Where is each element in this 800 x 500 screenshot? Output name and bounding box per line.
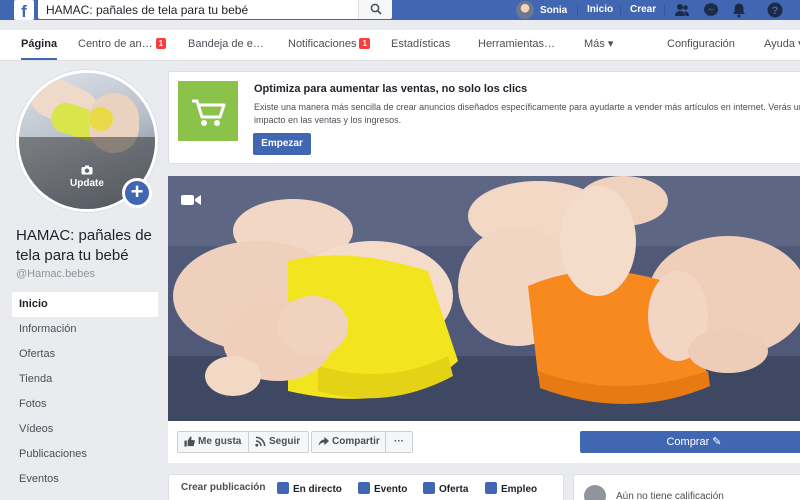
messenger-icon[interactable] (703, 2, 719, 18)
top-navigation-bar: f HAMAC: pañales de tela para tu bebé So… (0, 0, 800, 20)
tab-inbox[interactable]: Bandeja de e… (188, 30, 264, 60)
sidebar-item-posts[interactable]: Publicaciones (12, 442, 158, 467)
tab-label: Notificaciones (288, 38, 357, 50)
follow-button[interactable]: Seguir (248, 431, 310, 453)
tab-label: Centro de an… (78, 38, 153, 50)
event-label: Evento (374, 484, 408, 495)
tab-page[interactable]: Página (21, 30, 58, 60)
sidebar-item-events[interactable]: Eventos (12, 467, 158, 492)
search-input[interactable]: HAMAC: pañales de tela para tu bebé (38, 0, 360, 19)
page-title: HAMAC: pañales de tela para tu bebé (16, 227, 152, 264)
tab-label: Herramientas… (478, 38, 556, 50)
start-button[interactable]: Empezar (253, 133, 311, 155)
sidebar-item-offers[interactable]: Ofertas (12, 342, 158, 367)
cover-photo[interactable] (168, 176, 800, 421)
rating-star-icon (584, 485, 606, 500)
more-options-button[interactable]: ··· (385, 431, 413, 453)
camera-icon (81, 165, 93, 175)
create-post-label[interactable]: Crear publicación (181, 482, 265, 493)
sidebar-item-info[interactable]: Información (12, 317, 158, 342)
follow-label: Seguir (269, 436, 301, 447)
job-label: Empleo (501, 484, 538, 495)
shopping-cart-icon (192, 99, 226, 126)
job-button[interactable]: Empleo (485, 482, 537, 495)
percent-icon (423, 482, 435, 494)
sidebar: Inicio Información Ofertas Tienda Fotos … (12, 292, 158, 492)
event-button[interactable]: Evento (358, 482, 407, 495)
share-arrow-icon (318, 436, 329, 447)
sidebar-item-photos[interactable]: Fotos (12, 392, 158, 417)
offer-label: Oferta (439, 484, 469, 495)
cursor-highlight (89, 107, 113, 131)
briefcase-icon (485, 482, 497, 494)
tab-settings[interactable]: Configuración (667, 30, 735, 60)
help-icon[interactable]: ? (767, 2, 783, 18)
cover-illustration (168, 176, 800, 421)
tab-label: Configuración (667, 38, 735, 50)
friends-icon[interactable] (674, 2, 690, 18)
like-label: Me gusta (198, 436, 242, 447)
profile-link[interactable]: Sonia (516, 0, 567, 20)
thumbs-up-icon (184, 436, 195, 447)
bell-icon[interactable] (731, 2, 747, 18)
tab-label: Bandeja de e… (188, 38, 264, 50)
tab-notifications[interactable]: Notificaciones 1 (288, 30, 370, 60)
notification-badge: 1 (155, 38, 167, 49)
update-label: Update (70, 178, 104, 189)
promo-card: Optimiza para aumentar las ventas, no so… (168, 71, 800, 164)
search-icon (370, 3, 382, 15)
like-button[interactable]: Me gusta (177, 431, 251, 453)
divider (620, 4, 621, 16)
tab-label: Página (21, 38, 58, 50)
divider (577, 4, 578, 16)
user-name: Sonia (540, 4, 568, 16)
create-link[interactable]: Crear (630, 0, 656, 20)
sidebar-item-videos[interactable]: Vídeos (12, 417, 158, 442)
tab-label: Estadísticas (391, 38, 451, 50)
rating-status: Aún no tiene calificación (616, 491, 724, 500)
page-username[interactable]: @Hamac.bebes (16, 268, 95, 280)
avatar (516, 1, 534, 19)
promo-description: Existe una manera más sencilla de crear … (254, 102, 800, 125)
notification-badge: 1 (359, 38, 370, 49)
divider (664, 4, 665, 16)
tab-help[interactable]: Ayuda ▾ (764, 30, 800, 60)
promo-image (178, 81, 238, 141)
tab-label: Más ▾ (584, 38, 614, 50)
live-video-button[interactable]: En directo (277, 482, 342, 495)
calendar-icon (358, 482, 370, 494)
rating-card: Aún no tiene calificación (573, 474, 800, 500)
live-label: En directo (293, 484, 342, 495)
tab-more[interactable]: Más ▾ (584, 30, 613, 60)
video-camera-icon[interactable] (181, 193, 201, 207)
search-button[interactable] (358, 0, 392, 19)
tab-label: Ayuda ▾ (764, 38, 800, 50)
tab-tools[interactable]: Herramientas… (478, 30, 555, 60)
promo-title: Optimiza para aumentar las ventas, no so… (254, 83, 528, 95)
tab-insights[interactable]: Estadísticas (391, 30, 450, 60)
offer-button[interactable]: Oferta (423, 482, 468, 495)
home-link[interactable]: Inicio (587, 0, 613, 20)
sidebar-item-home[interactable]: Inicio (12, 292, 158, 317)
sidebar-item-shop[interactable]: Tienda (12, 367, 158, 392)
share-label: Compartir (332, 436, 380, 447)
svg-text:?: ? (772, 5, 779, 17)
page-action-bar: Me gusta Seguir Compartir ··· Comprar ✎ (168, 421, 800, 463)
rss-icon (255, 436, 266, 447)
tab-ads-center[interactable]: Centro de an… 1 (78, 30, 167, 60)
share-button[interactable]: Compartir (311, 431, 389, 453)
live-video-icon (277, 482, 289, 494)
page-navigation-bar: Página Centro de an… 1 Bandeja de e… Noti… (0, 30, 800, 61)
create-post-card: Crear publicación En directo Evento Ofer… (168, 474, 564, 500)
add-button[interactable]: + (122, 178, 152, 208)
facebook-logo-icon[interactable]: f (14, 0, 34, 20)
buy-button[interactable]: Comprar ✎ (580, 431, 800, 453)
